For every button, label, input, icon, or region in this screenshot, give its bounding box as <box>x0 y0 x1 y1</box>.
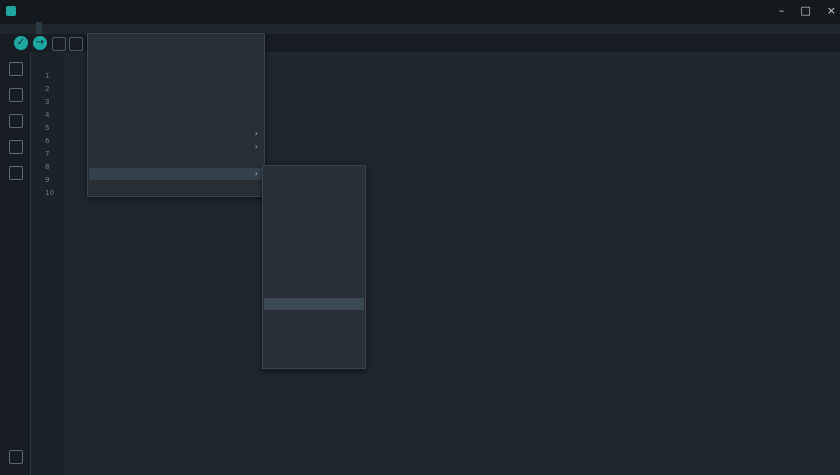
upload-icon[interactable]: → <box>33 36 47 50</box>
line-number: 2 <box>45 85 50 93</box>
line-number: 1 <box>45 72 50 80</box>
chevron-right-icon: › <box>254 169 258 178</box>
minimize-button[interactable]: – <box>779 4 785 17</box>
profile-icon[interactable] <box>9 450 23 464</box>
boards-manager-icon[interactable] <box>9 88 23 102</box>
window-controls: – □ × <box>779 4 836 17</box>
line-number: 3 <box>45 98 50 106</box>
tools-menu: › › › <box>87 33 265 197</box>
verify-icon[interactable]: ✓ <box>14 36 28 50</box>
line-number: 10 <box>45 189 54 197</box>
submenu-highlight <box>264 298 364 310</box>
app-icon <box>6 6 16 16</box>
programmer-submenu <box>262 165 366 369</box>
close-button[interactable]: × <box>827 4 836 17</box>
line-number: 9 <box>45 176 50 184</box>
title-bar: – □ × <box>0 0 840 24</box>
menu-tools[interactable] <box>36 22 42 34</box>
library-manager-icon[interactable] <box>9 114 23 128</box>
chevron-right-icon: › <box>254 142 258 151</box>
line-number: 4 <box>45 111 50 119</box>
menu-highlight <box>89 168 263 180</box>
activity-bar <box>0 52 31 475</box>
debug-icon[interactable] <box>52 37 66 51</box>
line-number: 5 <box>45 124 50 132</box>
search-icon[interactable] <box>9 166 23 180</box>
board-selector-icon[interactable] <box>69 37 83 51</box>
line-number: 7 <box>45 150 50 158</box>
status-bar <box>0 465 840 475</box>
debug-panel-icon[interactable] <box>9 140 23 154</box>
line-number: 8 <box>45 163 50 171</box>
line-number: 6 <box>45 137 50 145</box>
sketchbook-icon[interactable] <box>9 62 23 76</box>
menu-bar <box>0 22 42 34</box>
maximize-button[interactable]: □ <box>800 4 810 17</box>
line-number-gutter: 1 2 3 4 5 6 7 8 9 10 <box>31 52 65 475</box>
chevron-right-icon: › <box>254 129 258 138</box>
